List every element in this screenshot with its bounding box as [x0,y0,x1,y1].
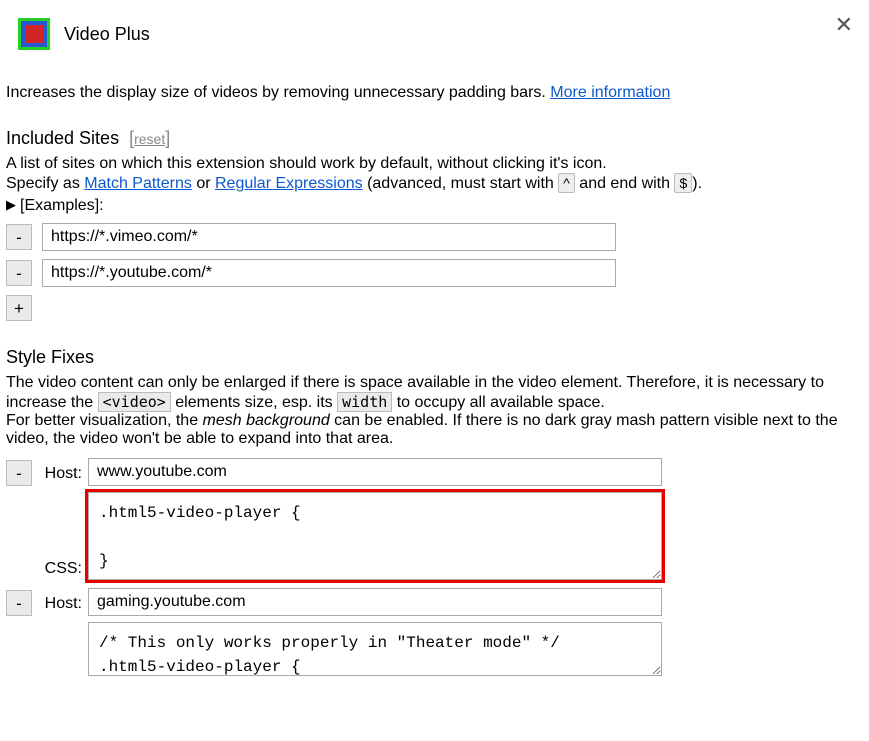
add-site-button[interactable]: + [6,295,32,321]
style-fixes-heading: Style Fixes [6,347,863,368]
included-desc1: A list of sites on which this extension … [6,155,863,173]
style-entry: - Host: [6,588,863,676]
dialog-content: Increases the display size of videos by … [0,58,869,682]
remove-site-button[interactable]: - [6,224,32,250]
close-icon[interactable]: ✕ [835,14,853,36]
remove-site-button[interactable]: - [6,260,32,286]
regex-link[interactable]: Regular Expressions [215,175,363,192]
intro-text: Increases the display size of videos by … [6,84,863,102]
stylefixes-p2: For better visualization, the mesh backg… [6,412,863,448]
remove-style-button[interactable]: - [6,590,32,616]
site-url-input[interactable] [42,223,616,251]
site-url-input[interactable] [42,259,616,287]
dialog-header: Video Plus ✕ [0,0,869,58]
more-info-link[interactable]: More information [550,84,670,101]
stylefixes-p1: The video content can only be enlarged i… [6,374,863,412]
dollar-key: $ [674,173,692,193]
triangle-right-icon: ▶ [6,197,16,213]
host-label: Host: [42,461,88,483]
examples-toggle[interactable]: ▶[Examples]: [6,197,863,215]
css-label: CSS: [42,560,88,580]
style-entry: - Host: CSS: [6,458,863,580]
included-desc2: Specify as Match Patterns or Regular Exp… [6,173,863,193]
reset-link[interactable]: reset [134,131,165,147]
host-input[interactable] [88,458,662,486]
remove-style-button[interactable]: - [6,460,32,486]
width-chip: width [337,392,392,412]
caret-key: ^ [558,173,575,193]
app-title: Video Plus [64,24,150,45]
included-sites-heading: Included Sites [reset] [6,128,863,149]
app-logo [18,18,50,50]
css-textarea[interactable] [88,492,662,580]
site-row: - [6,223,863,251]
add-site-row: + [6,295,863,321]
host-label: Host: [42,591,88,613]
match-patterns-link[interactable]: Match Patterns [84,175,192,192]
css-textarea[interactable] [88,622,662,676]
css-label [42,674,88,676]
site-row: - [6,259,863,287]
video-tag-chip: <video> [98,392,171,412]
host-input[interactable] [88,588,662,616]
